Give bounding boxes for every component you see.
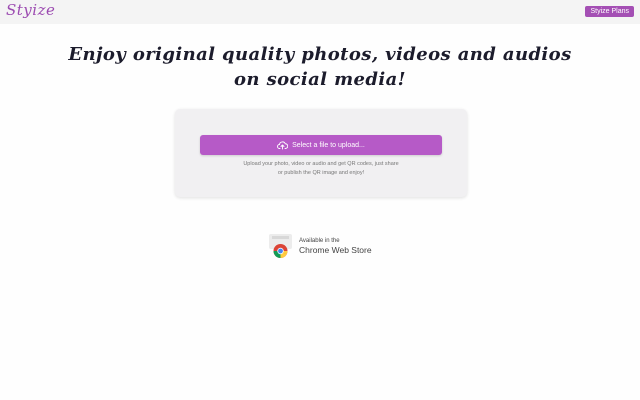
plans-button[interactable]: Styize Plans [585,6,634,17]
upload-help-text: Upload your photo, video or audio and ge… [230,160,412,178]
upload-card: Select a file to upload... Upload your p… [175,109,467,197]
top-bar: Styize Styize Plans [0,0,640,24]
logo[interactable]: Styize [6,1,55,19]
upload-button-label: Select a file to upload... [292,141,365,149]
store-badge-line-2: Chrome Web Store [299,244,372,255]
chrome-icon [268,234,293,259]
store-badge-text: Available in the Chrome Web Store [299,237,372,256]
upload-help-line-2: or publish the QR image and enjoy! [277,170,365,176]
upload-help-line-1: Upload your photo, video or audio and ge… [243,161,399,167]
upload-button[interactable]: Select a file to upload... [200,135,442,155]
headline-line-1: Enjoy original quality photos, videos an… [68,44,572,65]
headline-line-2: on social media! [234,69,406,90]
upload-cloud-icon [277,140,289,150]
store-badge-line-1: Available in the [299,237,340,244]
page-headline: Enjoy original quality photos, videos an… [0,42,640,92]
chrome-web-store-badge[interactable]: Available in the Chrome Web Store [268,234,374,259]
